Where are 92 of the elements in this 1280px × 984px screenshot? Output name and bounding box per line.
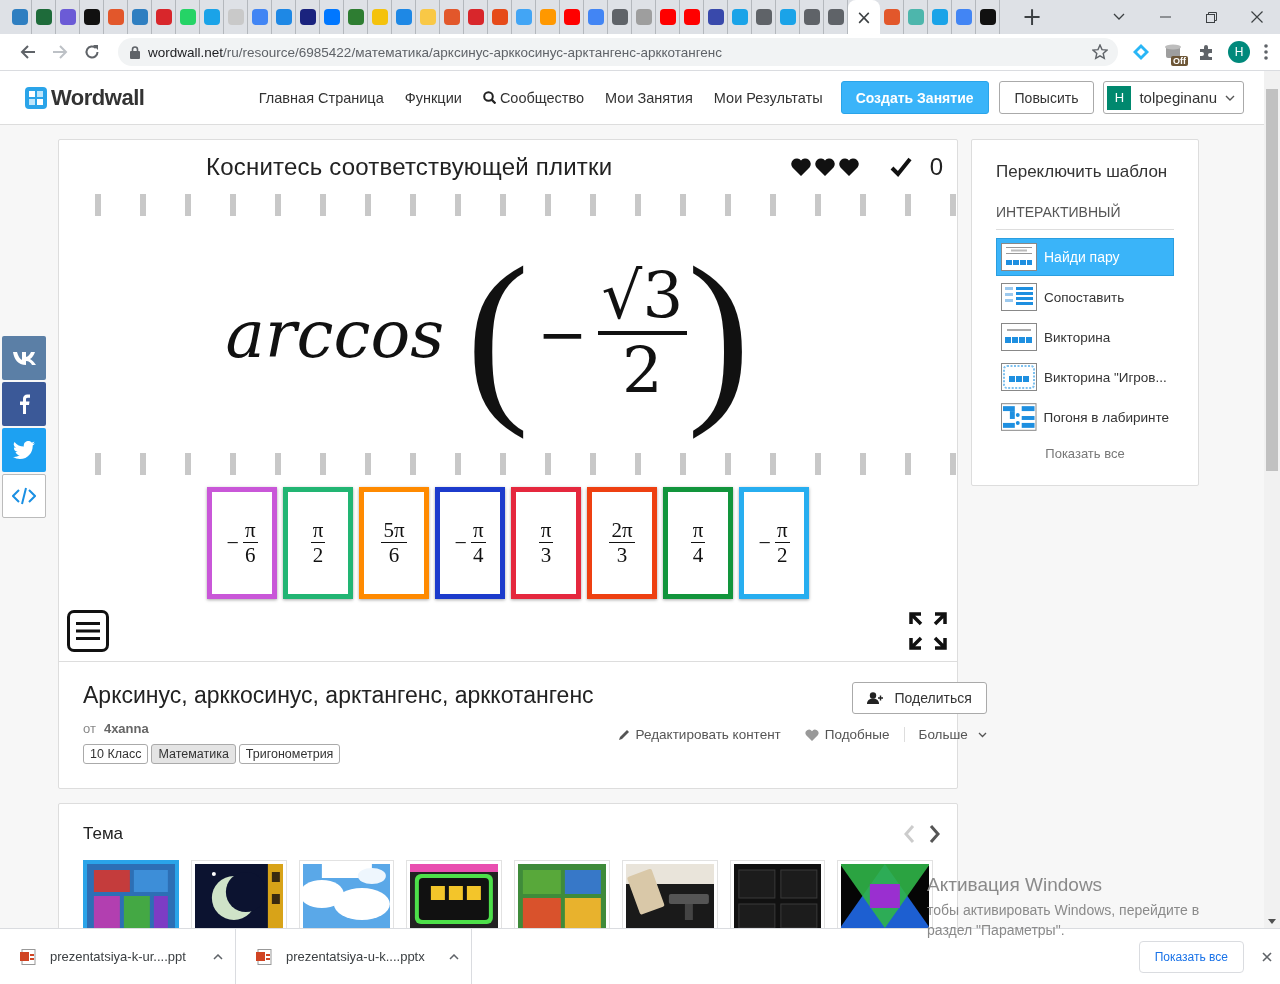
embed-button[interactable]: [2, 474, 46, 518]
answer-tile[interactable]: π 3: [511, 487, 581, 599]
answer-tile[interactable]: 5π 6: [359, 487, 429, 599]
chevron-right-icon[interactable]: [929, 824, 941, 844]
show-all-downloads-button[interactable]: Показать все: [1138, 940, 1244, 973]
scroll-down-arrow-icon[interactable]: [1268, 918, 1276, 924]
author-label: от: [83, 721, 96, 736]
template-thumbnail-icon: [1001, 323, 1037, 351]
nav-link[interactable]: Сообщество: [482, 89, 585, 106]
section-heading: ИНТЕРАКТИВНЫЙ: [996, 204, 1174, 230]
score-value: 0: [929, 153, 943, 181]
nav-link[interactable]: Функции: [404, 89, 462, 106]
menu-icon[interactable]: [1264, 44, 1268, 60]
facebook-share-button[interactable]: [2, 382, 46, 426]
tag[interactable]: 10 Класс: [83, 744, 149, 764]
chevron-down-icon: [977, 731, 987, 738]
action-link[interactable]: Больше: [903, 727, 987, 742]
tag[interactable]: Математика: [151, 744, 236, 764]
share-button[interactable]: Поделиться: [851, 682, 987, 714]
code-icon: [12, 487, 36, 505]
puzzle-icon[interactable]: [1198, 44, 1214, 60]
template-option[interactable]: Погоня в лабиринте: [996, 398, 1174, 436]
pencil-icon: [617, 728, 630, 741]
new-tab-button[interactable]: +: [1018, 2, 1047, 32]
author-link[interactable]: 4xanna: [103, 721, 149, 736]
bird-icon: [13, 441, 35, 459]
heart-icon: [789, 157, 812, 177]
action-link[interactable]: Подобные: [804, 727, 890, 742]
browser-tab[interactable]: ×: [848, 0, 880, 34]
minimize-icon[interactable]: [1159, 16, 1171, 18]
template-thumbnail-icon: [1001, 283, 1037, 311]
profile-avatar[interactable]: H: [1228, 41, 1250, 63]
nav-link[interactable]: Мои Результаты: [713, 89, 823, 106]
menu-button[interactable]: [67, 610, 109, 652]
close-icon[interactable]: [1262, 951, 1272, 962]
download-item[interactable]: prezentatsiya-u-k....pptx: [236, 928, 472, 984]
scrollbar-thumb[interactable]: [1266, 89, 1278, 471]
back-icon[interactable]: [20, 44, 36, 60]
presentation-file-icon: [20, 948, 36, 965]
fullscreen-icon[interactable]: [909, 612, 947, 650]
off-badge: Off: [1171, 56, 1188, 66]
template-option[interactable]: Сопоставить: [996, 278, 1174, 316]
search-icon: [482, 91, 496, 104]
download-item[interactable]: prezentatsiya-k-ur....ppt: [0, 928, 236, 984]
close-icon[interactable]: [1251, 11, 1263, 23]
template-option[interactable]: Викторина "Игров...: [996, 358, 1174, 396]
chevron-up-icon[interactable]: [213, 953, 223, 960]
file-name: prezentatsiya-u-k....pptx: [286, 949, 426, 964]
chevron-down-icon[interactable]: [1113, 13, 1125, 21]
game-instruction: Коснитесь соответствующей плитки: [206, 153, 613, 181]
template-option[interactable]: Викторина: [996, 318, 1174, 356]
user-name: tolpeginanu: [1139, 89, 1217, 106]
vk-share-button[interactable]: [2, 336, 46, 380]
lock-icon: [130, 45, 140, 59]
answer-tile[interactable]: π 4: [663, 487, 733, 599]
twitter-share-button[interactable]: [2, 428, 46, 472]
restore-icon[interactable]: [1205, 11, 1217, 23]
logo-text[interactable]: Wordwall: [51, 84, 145, 111]
user-avatar: H: [1107, 85, 1132, 110]
answer-tile[interactable]: 2π 3: [587, 487, 657, 599]
url-text: wordwall.net/ru/resource/6985422/математика/арксинус-арккосинус-арктангенс-арккотангенс: [148, 44, 724, 60]
logo-icon[interactable]: [25, 86, 47, 109]
show-all-link[interactable]: Показать все: [1045, 446, 1125, 461]
upgrade-button[interactable]: Повысить: [998, 81, 1095, 114]
user-menu[interactable]: H tolpeginanu: [1103, 81, 1244, 114]
nav-link[interactable]: Мои Занятия: [605, 89, 693, 106]
checkmark-icon: [889, 157, 912, 177]
heart-icon: [804, 728, 819, 741]
file-name: prezentatsiya-k-ur....ppt: [50, 949, 187, 964]
template-thumbnail-icon: [1001, 243, 1037, 271]
template-thumbnail-icon: [1001, 403, 1037, 431]
reload-icon[interactable]: [84, 44, 100, 60]
section-title: Тема: [83, 824, 124, 844]
diamond-icon[interactable]: [1132, 43, 1150, 61]
menu-icon: [76, 621, 100, 641]
heart-icon: [813, 157, 836, 177]
star-icon[interactable]: [1092, 44, 1108, 60]
template-thumbnail-icon: [1001, 363, 1037, 391]
facebook-logo-icon: [18, 394, 30, 414]
activity-title: Арксинус, арккосинус, арктангенс, арккотангенс: [83, 682, 594, 709]
caret-icon: [1225, 94, 1235, 101]
address-bar[interactable]: wordwall.net/ru/resource/6985422/математика/арксинус-арккосинус-арктангенс-арккотангенс: [118, 38, 1118, 66]
answer-tile[interactable]: π 2: [283, 487, 353, 599]
nav-link[interactable]: Главная Страница: [258, 89, 384, 106]
heart-icon: [837, 157, 860, 177]
person-icon: [866, 692, 883, 704]
vk-logo-icon: [12, 351, 36, 365]
panel-title: Переключить шаблон: [996, 162, 1169, 182]
presentation-file-icon: [256, 948, 272, 965]
tag[interactable]: Тригонометрия: [238, 744, 341, 764]
action-link[interactable]: Редактировать контент: [617, 727, 781, 742]
chevron-up-icon[interactable]: [449, 953, 459, 960]
